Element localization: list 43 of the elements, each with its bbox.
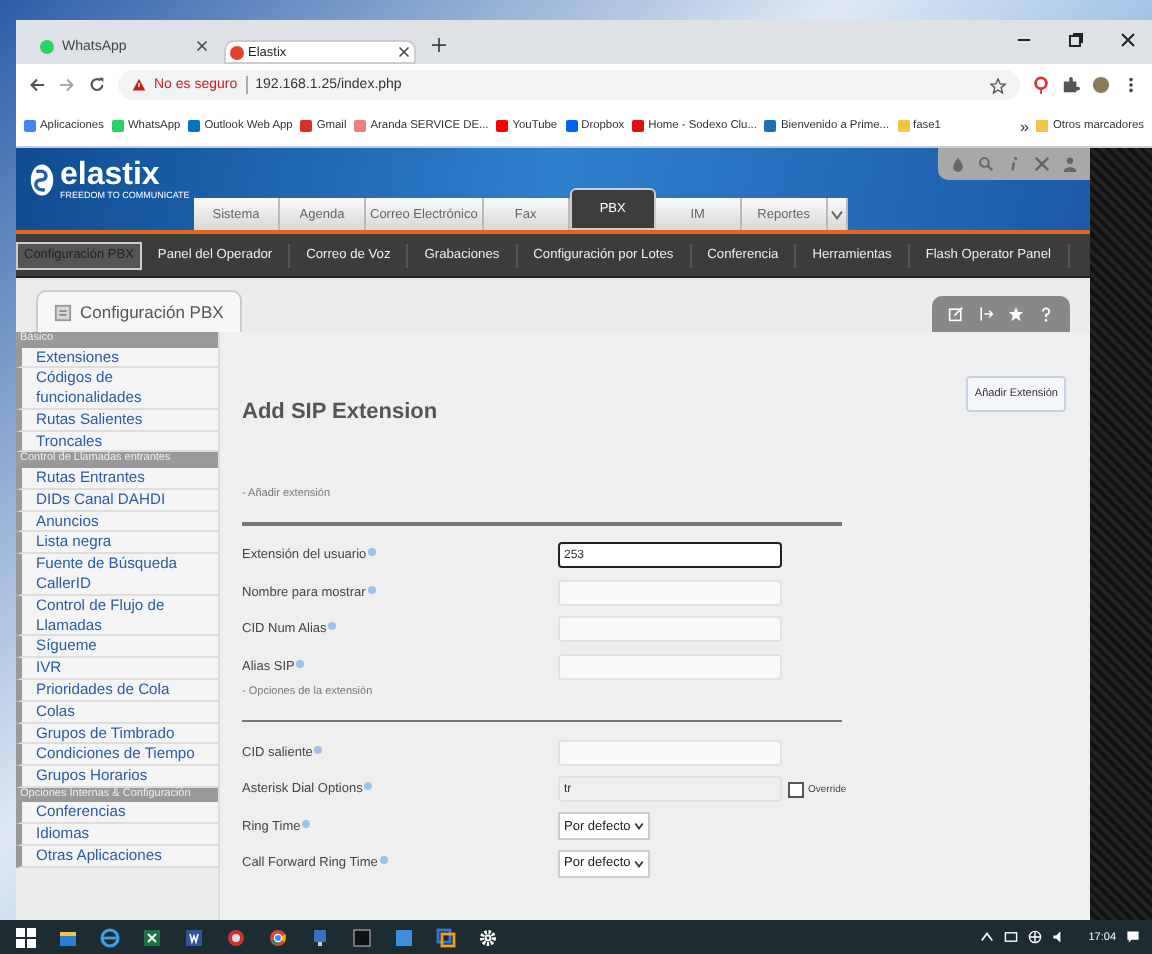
close-icon[interactable] — [398, 46, 410, 58]
globe-icon[interactable] — [1028, 930, 1043, 944]
pin-icon[interactable] — [1032, 76, 1050, 94]
checkbox[interactable] — [788, 781, 804, 798]
folder-icon — [1036, 120, 1049, 132]
folder-icon[interactable] — [58, 927, 78, 947]
panel-tab[interactable]: Configuración PBX — [36, 290, 242, 332]
star-icon[interactable] — [1008, 306, 1024, 322]
battery-icon[interactable] — [1004, 930, 1019, 944]
avatar-icon[interactable] — [1092, 76, 1110, 94]
chevron-down-icon — [634, 822, 645, 831]
restore-icon[interactable] — [1068, 32, 1084, 48]
app-icon[interactable] — [226, 927, 246, 947]
windows-icon[interactable] — [436, 927, 456, 947]
close-icon[interactable] — [1120, 32, 1136, 48]
chevron-down-icon — [829, 209, 844, 219]
new-tab-icon[interactable] — [432, 38, 446, 52]
network-drive-icon[interactable] — [310, 927, 330, 947]
spreadsheet-icon[interactable] — [142, 927, 162, 947]
gear-icon[interactable] — [478, 927, 498, 947]
help-icon[interactable] — [1038, 306, 1054, 322]
brand-name: elastix — [60, 160, 160, 190]
edit-icon[interactable] — [948, 306, 964, 322]
windows-logo-icon[interactable] — [16, 927, 36, 947]
more-bookmarks-button[interactable]: » — [1020, 117, 1029, 135]
browser-icon[interactable] — [100, 927, 120, 947]
export-icon[interactable] — [978, 306, 994, 322]
terminal-icon[interactable] — [352, 927, 372, 947]
puzzle-icon[interactable] — [1062, 76, 1080, 94]
warning-icon — [132, 78, 146, 92]
chevron-up-icon[interactable] — [980, 930, 995, 944]
chevron-down-icon — [634, 859, 645, 868]
star-icon[interactable] — [990, 77, 1006, 93]
close-icon[interactable] — [196, 40, 208, 52]
chrome-icon[interactable] — [268, 927, 288, 947]
form-title: Add SIP Extension — [242, 400, 438, 424]
logo-icon — [28, 162, 56, 198]
document-icon — [54, 303, 72, 321]
notification-icon[interactable] — [1126, 930, 1140, 944]
nav-more-button[interactable] — [827, 198, 848, 230]
document-icon[interactable] — [184, 927, 204, 947]
reload-icon[interactable] — [88, 76, 106, 94]
back-icon[interactable] — [28, 76, 46, 94]
